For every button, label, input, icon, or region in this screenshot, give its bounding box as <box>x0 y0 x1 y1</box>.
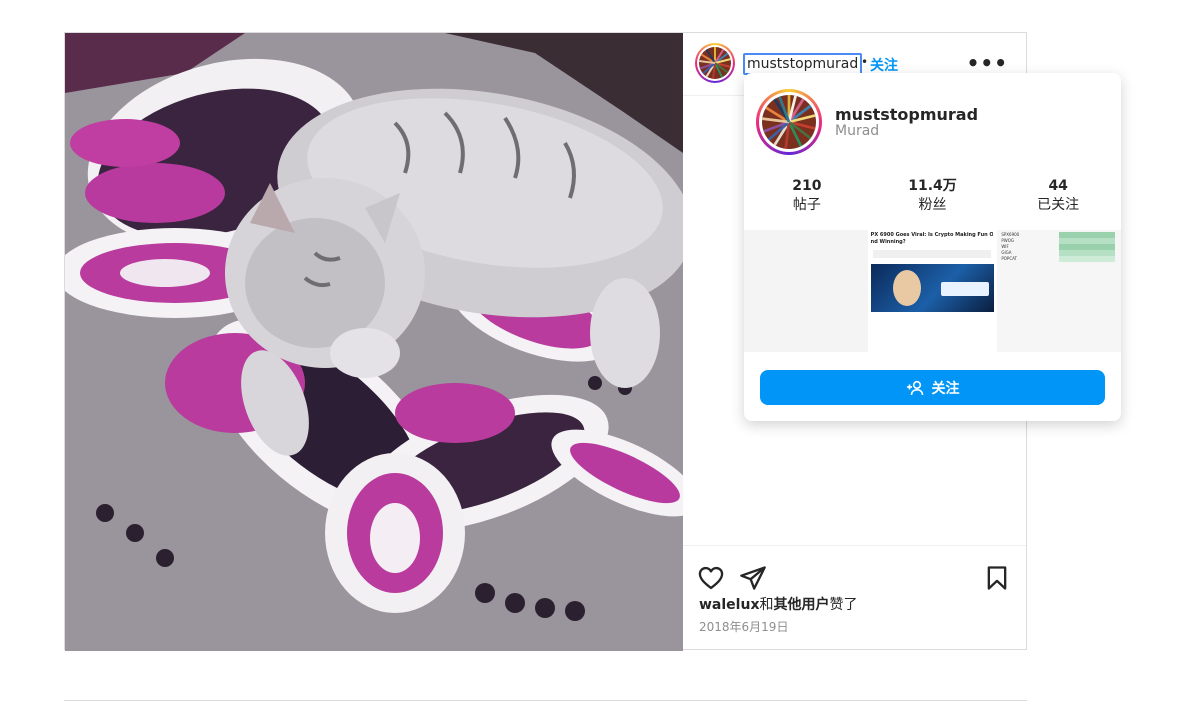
thumbnail-3[interactable]: SPX6900 PWOG WIF GIGA POPCAT <box>997 230 1121 352</box>
stat-following-label: 已关注 <box>1037 197 1080 213</box>
table-cell: POPCAT <box>1001 256 1017 261</box>
thumbnail-2-image <box>870 264 995 312</box>
stat-posts-label: 帖子 <box>792 197 821 213</box>
table-cell-green <box>1059 256 1116 262</box>
add-person-icon <box>906 380 923 395</box>
avatar-starburst-image <box>699 47 731 79</box>
thumbnail-2-headline-2: nd Winning? <box>870 239 906 245</box>
likes-connector: 和 <box>759 597 774 613</box>
post-actions: walelux和其他用户赞了 2018年6月19日 <box>683 545 1026 656</box>
thumbnail-2-headline-1: PX 6900 Goes Viral: Is Crypto Making Fun… <box>870 232 993 238</box>
table-row: POPCAT <box>1001 256 1116 262</box>
thumbnail-1[interactable] <box>744 230 868 352</box>
thumbnail-2-meta-bar <box>872 250 991 258</box>
follow-link[interactable]: 关注 <box>870 55 898 75</box>
thumbnail-2-face <box>892 270 921 306</box>
likes-suffix: 赞了 <box>829 597 858 613</box>
post-date[interactable]: 2018年6月19日 <box>699 618 788 635</box>
thumbnail-2[interactable]: PX 6900 Goes Viral: Is Crypto Making Fun… <box>870 230 995 352</box>
profile-hover-card: muststopmurad Murad 210 帖子 11.4万 粉丝 44 已… <box>744 73 1121 421</box>
card-display-name: Murad <box>835 123 880 139</box>
more-options-icon[interactable]: ••• <box>967 51 1008 75</box>
bookmark-icon[interactable] <box>983 564 1011 592</box>
stat-posts-value: 210 <box>792 178 822 194</box>
stat-following[interactable]: 44 已关注 <box>995 177 1121 215</box>
stat-followers-value: 11.4万 <box>908 178 957 194</box>
card-username[interactable]: muststopmurad <box>835 105 978 124</box>
recent-posts-grid: PX 6900 Goes Viral: Is Crypto Making Fun… <box>744 230 1121 352</box>
stat-followers-label: 粉丝 <box>918 197 947 213</box>
likes-summary: walelux和其他用户赞了 <box>699 594 857 614</box>
post-photo-cat-on-rug[interactable] <box>65 33 683 651</box>
avatar-ring-inner <box>697 45 733 81</box>
profile-stats: 210 帖子 11.4万 粉丝 44 已关注 <box>744 177 1121 215</box>
card-avatar-starburst-image <box>762 95 816 149</box>
send-icon[interactable] <box>739 564 767 592</box>
card-avatar-ring-inner <box>759 92 819 152</box>
separator-dot: • <box>861 55 869 69</box>
follow-button-label: 关注 <box>931 380 960 397</box>
thumbnail-2-logo-shape <box>940 282 989 296</box>
stat-followers[interactable]: 11.4万 粉丝 <box>870 177 996 215</box>
other-likers-link[interactable]: 其他用户 <box>773 597 829 613</box>
stat-following-value: 44 <box>1048 178 1068 194</box>
stat-posts: 210 帖子 <box>744 177 870 215</box>
heart-icon[interactable] <box>697 564 725 592</box>
page-divider <box>64 700 1027 701</box>
liker-username[interactable]: walelux <box>699 597 759 613</box>
post-author-avatar[interactable] <box>695 43 735 83</box>
card-avatar[interactable] <box>756 89 822 155</box>
follow-button[interactable]: 关注 <box>760 370 1105 405</box>
post-author-username[interactable]: muststopmurad <box>743 53 863 75</box>
thumbnail-3-table: SPX6900 PWOG WIF GIGA POPCAT <box>1001 232 1116 262</box>
